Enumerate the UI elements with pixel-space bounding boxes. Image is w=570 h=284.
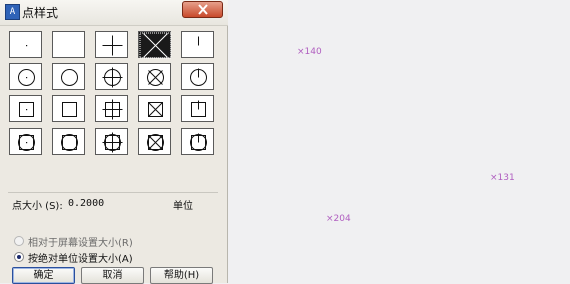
close-button[interactable] <box>182 1 223 18</box>
point-style-square-plus[interactable] <box>95 95 128 122</box>
point-style-glyph <box>53 32 86 59</box>
point-style-dot[interactable] <box>9 31 42 58</box>
close-icon <box>198 4 208 15</box>
point-style-glyph <box>102 132 123 153</box>
point-style-circle-square[interactable] <box>52 128 85 155</box>
point-style-glyph <box>148 102 163 117</box>
point-style-plus[interactable] <box>95 31 128 58</box>
point-style-circle-plus[interactable] <box>95 63 128 90</box>
point-style-dialog: A 点样式 点大小 (S): 单位 相对于屏幕设置大小(R) 按绝对单位设置大小… <box>0 0 228 284</box>
help-button[interactable]: 帮助(H) <box>150 267 213 284</box>
point-style-circle-square-plus[interactable] <box>95 128 128 155</box>
canvas-marker: ×204 <box>326 214 351 224</box>
point-style-glyph <box>26 45 28 47</box>
point-style-glyph <box>147 134 164 151</box>
point-style-circle-square-cross[interactable] <box>138 128 171 155</box>
point-style-glyph <box>139 32 172 59</box>
unit-label: 单位 <box>173 201 193 212</box>
point-style-glyph <box>19 102 34 117</box>
point-style-circle-tick[interactable] <box>181 63 214 90</box>
app-icon: A <box>5 4 20 20</box>
point-style-circle-dot[interactable] <box>9 63 42 90</box>
point-style-glyph <box>191 100 206 117</box>
point-style-glyph <box>102 67 123 88</box>
point-style-glyph <box>102 35 123 56</box>
absolute-size-radio[interactable] <box>14 252 24 262</box>
point-style-circle-square-tick[interactable] <box>181 128 214 155</box>
point-style-square[interactable] <box>52 95 85 122</box>
point-style-cross[interactable] <box>138 31 172 59</box>
point-style-circle-square-dot[interactable] <box>9 128 42 155</box>
point-style-none[interactable] <box>52 31 85 58</box>
point-style-glyph <box>190 68 207 86</box>
point-style-circle-cross[interactable] <box>138 63 171 90</box>
canvas-marker: ×131 <box>490 173 515 183</box>
point-style-glyph <box>18 69 35 86</box>
absolute-size-label[interactable]: 按绝对单位设置大小(A) <box>28 250 133 265</box>
dialog-title: 点样式 <box>22 6 59 20</box>
point-style-circle[interactable] <box>52 63 85 90</box>
point-style-glyph <box>18 134 35 151</box>
point-style-square-dot[interactable] <box>9 95 42 122</box>
point-style-glyph <box>198 36 199 46</box>
point-style-glyph <box>61 69 78 86</box>
point-style-square-cross[interactable] <box>138 95 171 122</box>
cancel-button[interactable]: 取消 <box>81 267 144 284</box>
relative-size-label[interactable]: 相对于屏幕设置大小(R) <box>28 234 133 249</box>
relative-size-radio[interactable] <box>14 236 24 246</box>
size-label: 点大小 (S): <box>12 201 63 212</box>
title-bar[interactable]: A 点样式 <box>0 0 228 26</box>
point-style-glyph <box>61 134 78 151</box>
point-style-glyph <box>190 133 207 151</box>
point-style-tick[interactable] <box>181 31 214 58</box>
point-style-square-tick[interactable] <box>181 95 214 122</box>
point-style-glyph <box>62 102 77 117</box>
size-input[interactable] <box>64 196 164 211</box>
canvas-marker: ×140 <box>297 47 322 57</box>
point-style-glyph <box>147 69 164 86</box>
divider <box>8 192 218 193</box>
point-style-glyph <box>102 99 123 120</box>
ok-button[interactable]: 确定 <box>12 267 75 284</box>
